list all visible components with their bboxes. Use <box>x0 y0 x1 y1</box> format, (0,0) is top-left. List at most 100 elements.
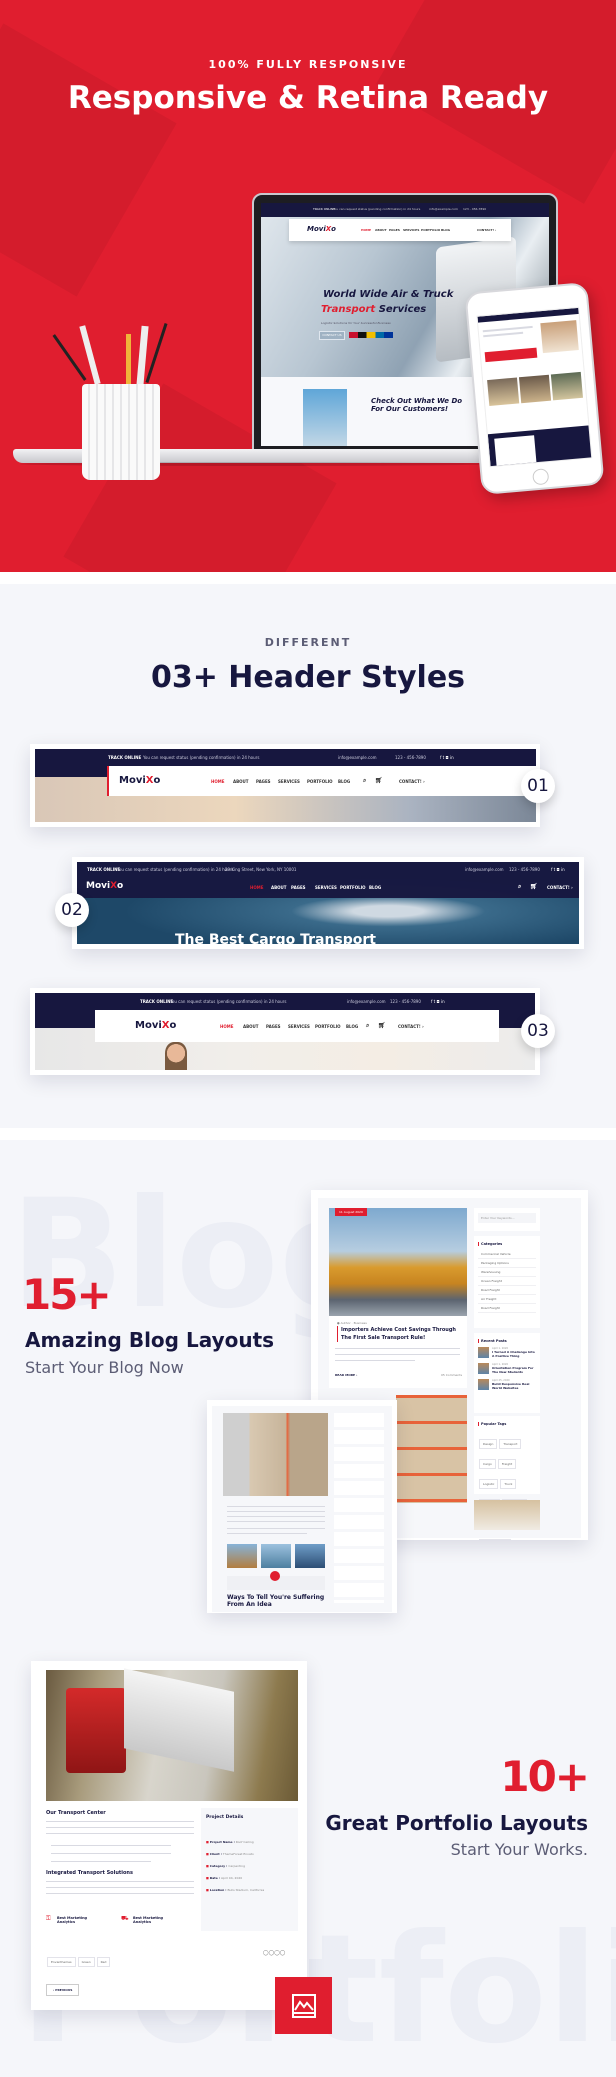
category-item[interactable]: Packaging Options <box>478 1259 536 1268</box>
tag[interactable]: Transport Policy <box>479 1539 511 1540</box>
search-input[interactable]: Enter Your Keywords... <box>478 1213 536 1223</box>
nav-contact[interactable]: CONTACT! › <box>547 885 573 890</box>
cart-icon[interactable]: 🛒︎ <box>375 777 383 784</box>
recent-post[interactable]: April 1, 2020 Orientation Program For The… <box>478 1363 536 1374</box>
tag[interactable]: Truck <box>500 1479 517 1489</box>
social-icons[interactable]: f t ◘ in <box>440 755 454 760</box>
laptop-cta-button[interactable]: CONTACT US <box>319 331 345 340</box>
cart-icon[interactable]: 🛒︎ <box>378 1022 386 1029</box>
search-icon[interactable]: ⌕ <box>518 883 521 891</box>
track-online[interactable]: TRACK ONLINE <box>108 755 141 760</box>
category-item[interactable]: Ocean Freight <box>478 1277 536 1286</box>
category-item[interactable]: Road Freight <box>478 1286 536 1295</box>
email[interactable]: info@example.com <box>338 755 377 760</box>
laptop-headline-2: Transport Services <box>321 304 427 315</box>
social-icons[interactable]: f t ◘ in <box>431 999 445 1004</box>
nav-portfolio[interactable]: PORTFOLIO <box>340 885 366 890</box>
logo[interactable]: MoviXo <box>119 775 160 786</box>
portfolio-layout-preview[interactable]: Our Transport Center Integrated Transpor… <box>31 1661 307 2010</box>
phone[interactable]: 123 - 456-7890 <box>509 867 540 872</box>
tag[interactable]: Red <box>96 1957 111 1967</box>
tag[interactable]: Logistic <box>479 1479 499 1489</box>
track-online[interactable]: TRACK ONLINE <box>140 999 173 1004</box>
phone-image <box>540 320 579 354</box>
nav-about[interactable]: ABOUT <box>375 228 387 232</box>
section-kicker: DIFFERENT <box>264 636 352 649</box>
nav-blog[interactable]: BLOG <box>441 228 450 232</box>
topbar-message: You can request status (pending confirma… <box>333 207 421 211</box>
social-icons[interactable]: f t ◘ in <box>551 867 565 872</box>
header-style-3-preview[interactable]: TRACK ONLINE You can request status (pen… <box>30 988 540 1075</box>
share-icons[interactable]: ◯◯◯◯ <box>263 1950 285 1956</box>
team-photo <box>487 377 520 407</box>
tag[interactable]: Transport <box>499 1439 522 1449</box>
laptop-topbar: TRACK ONLINE You can request status (pen… <box>261 203 549 217</box>
laptop-subtitle: Logistic Solutions for Your Successful B… <box>321 321 391 325</box>
nav-blog[interactable]: BLOG <box>369 885 381 890</box>
recent-post[interactable]: April 25, 2020 Build Responsive Real Worl… <box>478 1379 536 1390</box>
post-title[interactable]: Importers Achieve Cost Savings Through T… <box>337 1326 462 1342</box>
nav-pages[interactable]: PAGES <box>389 228 400 232</box>
nav-contact[interactable]: CONTACT! › <box>399 779 425 784</box>
nav-portfolio[interactable]: PORTFOLIO <box>421 228 440 232</box>
nav-about[interactable]: ABOUT <box>271 885 287 890</box>
email[interactable]: info@example.com <box>347 999 386 1004</box>
nav-about[interactable]: ABOUT <box>243 1024 259 1029</box>
category-item[interactable]: Warehousing <box>478 1268 536 1277</box>
previous-button[interactable]: ‹ PREVIOUS <box>46 1984 80 1996</box>
nav-home[interactable]: HOME <box>361 228 371 232</box>
category-item[interactable]: Road Freight <box>478 1304 536 1313</box>
nav-contact[interactable]: CONTACT! › <box>398 1024 424 1029</box>
category-item[interactable]: Commercial Vehicle <box>478 1250 536 1259</box>
phone[interactable]: 123 - 456-7890 <box>390 999 421 1004</box>
tag[interactable]: Envanthemes <box>47 1957 76 1967</box>
nav-portfolio[interactable]: PORTFOLIO <box>307 779 333 784</box>
nav-home[interactable]: HOME <box>250 885 263 890</box>
post-title[interactable]: Ways To Tell You're Suffering From An Id… <box>227 1594 331 1608</box>
tag[interactable]: Cargo <box>479 1459 496 1469</box>
nav-pages[interactable]: PAGES <box>291 885 306 890</box>
phone[interactable]: 123 - 456-7890 <box>395 755 426 760</box>
read-more-link[interactable]: READ MORE › <box>335 1373 357 1377</box>
nav-pages[interactable]: PAGES <box>256 779 271 784</box>
header-style-1-preview[interactable]: TRACK ONLINE You can request status (pen… <box>30 744 540 827</box>
language-flags[interactable] <box>349 332 393 338</box>
track-online[interactable]: TRACK ONLINE <box>87 867 120 872</box>
nav-services[interactable]: SERVICES <box>403 228 419 232</box>
truck-cab <box>66 1688 126 1773</box>
nav-services[interactable]: SERVICES <box>315 885 337 890</box>
nav-services[interactable]: SERVICES <box>278 779 300 784</box>
recent-post[interactable]: April 1, 2020 I Turned A Challenge Into A… <box>478 1347 536 1358</box>
feature-2-title: Best Marketing Analytics <box>133 1916 164 1924</box>
logo[interactable]: MoviXo <box>135 1020 176 1031</box>
cart-icon[interactable]: 🛒︎ <box>530 883 538 890</box>
tag[interactable]: Green <box>77 1957 95 1967</box>
nav-blog[interactable]: BLOG <box>338 779 350 784</box>
header-style-2-preview[interactable]: TRACK ONLINE You can request status (pen… <box>72 857 584 949</box>
comments-count: 05 Comments <box>441 1373 463 1377</box>
nav-portfolio[interactable]: PORTFOLIO <box>315 1024 341 1029</box>
team-photo <box>550 371 583 401</box>
nav-home[interactable]: HOME <box>220 1024 233 1029</box>
category-item[interactable]: Air Freight <box>478 1295 536 1304</box>
tag[interactable]: Freight <box>497 1459 517 1469</box>
search-icon[interactable]: ⌕ <box>366 1022 369 1030</box>
nav-contact[interactable]: CONTACT! › <box>477 228 496 232</box>
email[interactable]: info@example.com <box>465 867 504 872</box>
portfolio-count: 10+ <box>500 1752 590 1801</box>
blog-detail-preview[interactable]: Ways To Tell You're Suffering From An Id… <box>207 1400 397 1613</box>
search-icon[interactable]: ⌕ <box>363 777 366 785</box>
nav-about[interactable]: ABOUT <box>233 779 249 784</box>
logo[interactable]: MoviXo <box>307 225 336 233</box>
nav-blog[interactable]: BLOG <box>346 1024 358 1029</box>
nav-pages[interactable]: PAGES <box>266 1024 281 1029</box>
logo[interactable]: MoviXo <box>86 881 123 891</box>
portfolio-subtitle: Start Your Works. <box>450 1840 588 1859</box>
sidebar-banner-image <box>474 1500 540 1530</box>
nav-home[interactable]: HOME <box>211 779 224 784</box>
detail-row: ■ Date : April 04, 2020 <box>206 1876 243 1880</box>
nav-services[interactable]: SERVICES <box>288 1024 310 1029</box>
tag[interactable]: Design <box>479 1439 498 1449</box>
phone-map-block <box>487 425 593 468</box>
gallery-image <box>295 1544 325 1568</box>
